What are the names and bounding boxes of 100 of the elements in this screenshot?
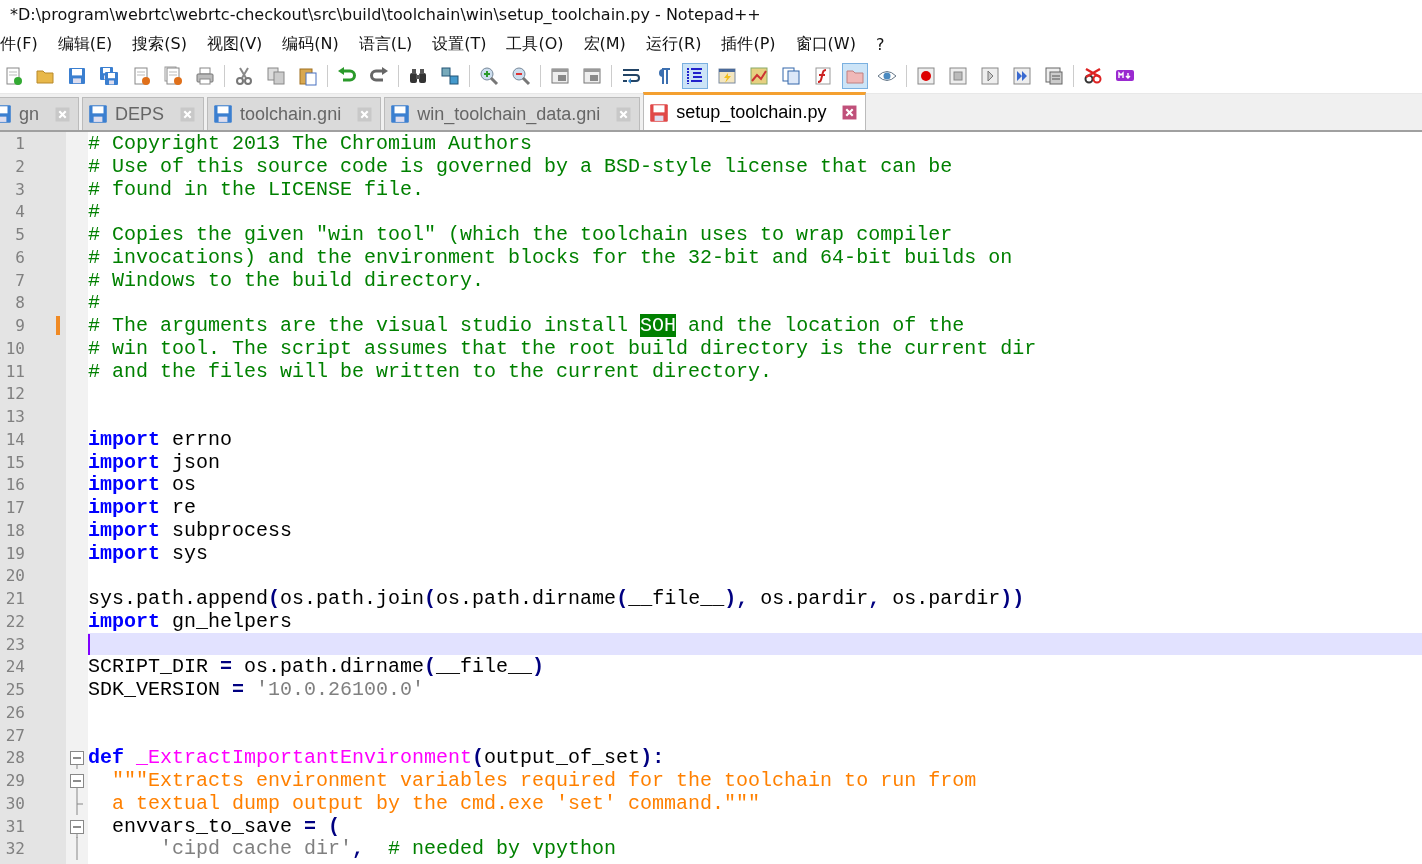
- line-number: 4: [14, 201, 25, 223]
- code-line: def _ExtractImportantEnvironment(output_of_set):: [88, 746, 666, 769]
- window-title: *D:\program\webrtc\webrtc-checkout\src\build\toolchain\win\setup_toolchain.py - Notepad++: [10, 5, 761, 24]
- line-number: 15: [4, 451, 25, 474]
- tab-label: toolchain.gni: [240, 103, 343, 125]
- floppy-disks-icon: [99, 66, 119, 86]
- code-line: # Windows to the build directory.: [88, 268, 486, 292]
- line-number: 10: [4, 337, 25, 360]
- line-number: 32: [4, 838, 25, 860]
- menu-item[interactable]: 语言(L): [348, 31, 423, 57]
- text-cursor: [88, 633, 90, 655]
- menu-item[interactable]: 视图(V): [196, 31, 273, 57]
- menu-item[interactable]: 插件(P): [711, 31, 786, 57]
- line-number: 30: [4, 792, 25, 815]
- line-number: 9: [14, 315, 25, 337]
- line-number: 24: [4, 656, 25, 678]
- line-number: 12: [4, 383, 25, 405]
- line-number: 2: [14, 155, 25, 178]
- code-line: import errno: [88, 427, 234, 451]
- menu-item[interactable]: 窗口(W): [785, 31, 866, 57]
- code-line: import gn_helpers: [88, 609, 294, 633]
- zoom-in-icon: [479, 66, 499, 86]
- fast-forward-icon: [1012, 66, 1032, 86]
- line-number: 26: [4, 701, 25, 724]
- file-tab[interactable]: gn: [0, 97, 80, 130]
- line-number: 21: [4, 588, 25, 610]
- spell-check-icon: [1083, 66, 1103, 86]
- file-tab[interactable]: toolchain.gni: [207, 97, 382, 130]
- line-number: 17: [4, 497, 25, 519]
- line-number: 13: [4, 406, 25, 428]
- lightning-window-icon: [717, 66, 737, 86]
- code-line: SDK_VERSION = '10.0.26100.0': [88, 678, 426, 701]
- close-file-icon: [131, 66, 151, 86]
- line-number: 20: [4, 565, 25, 587]
- menu-item[interactable]: 宏(M): [573, 31, 636, 57]
- menu-item[interactable]: 编辑(E): [47, 31, 123, 57]
- line-number: 11: [4, 360, 25, 383]
- menu-item[interactable]: ?: [865, 32, 895, 56]
- line-number: 19: [4, 542, 25, 565]
- code-line: # found in the LICENSE file.: [88, 177, 426, 201]
- close-files-icon: [163, 66, 183, 86]
- code-line: """Extracts environment variables required for the toolchain to run from: [111, 769, 978, 792]
- code-line: import os: [88, 473, 198, 496]
- code-line: # Copies the given "win tool" (which the toolchain uses to wrap compiler: [88, 223, 954, 246]
- close-icon[interactable]: [842, 105, 858, 120]
- code-line: # and the files will be written to the current directory.: [88, 359, 774, 383]
- file-tab[interactable]: setup_toolchain.py: [643, 92, 867, 130]
- code-line: envvars_to_save = (: [111, 814, 342, 838]
- code-line: # The arguments are the visual studio install SOH and the location of the: [88, 314, 966, 337]
- clipboard-icon: [298, 66, 318, 86]
- code-line: 'cipd cache dir', # needed by vpython: [159, 837, 618, 860]
- window-icon: [582, 66, 602, 86]
- menu-item[interactable]: 运行(R): [635, 31, 712, 57]
- documents-icon: [781, 66, 801, 86]
- line-number: 5: [14, 224, 25, 246]
- play-icon: [980, 66, 1000, 86]
- line-number: 3: [14, 178, 25, 201]
- code-line: # invocations) and the environment blocks for the 32-bit and 64-bit builds on: [88, 245, 1014, 269]
- line-number: 14: [4, 428, 25, 451]
- scissors-icon: [234, 66, 254, 86]
- menu-item[interactable]: 编码(N): [272, 31, 349, 57]
- code-line: # win tool. The script assumes that the root build directory is the current dir: [88, 336, 1038, 360]
- function-list-icon: [813, 66, 833, 86]
- line-number: 16: [4, 474, 25, 496]
- code-line: sys.path.append(os.path.join(os.path.dirname(__file__), os.pardir, os.pardir)): [88, 587, 1026, 610]
- stop-icon: [948, 66, 968, 86]
- line-number: 8: [14, 292, 25, 314]
- menu-item[interactable]: 工具(O): [496, 31, 574, 57]
- code-line: #: [88, 291, 101, 314]
- tab-label: setup_toolchain.py: [676, 102, 828, 123]
- tab-label: DEPS: [115, 103, 166, 125]
- record-icon: [916, 66, 936, 86]
- toolbar-button[interactable]: [682, 63, 708, 89]
- line-number: 1: [14, 133, 25, 155]
- code-line: # Use of this source code is governed by a BSD-style license that can be: [88, 154, 954, 178]
- word-wrap-icon: [621, 66, 641, 86]
- copy-icon: [266, 66, 286, 86]
- line-number: 6: [14, 246, 25, 269]
- menu-item[interactable]: 设置(T): [422, 31, 497, 57]
- code-line: import sys: [88, 541, 210, 565]
- menu-item[interactable]: 搜索(S): [122, 31, 197, 57]
- tab-label: gn: [19, 103, 41, 125]
- code-line: import json: [88, 450, 222, 474]
- code-line: import re: [88, 496, 198, 519]
- line-number: 25: [4, 679, 25, 701]
- line-number: 18: [4, 519, 25, 542]
- file-tab[interactable]: win_toolchain_data.gni: [384, 97, 641, 130]
- zoom-out-icon: [511, 66, 531, 86]
- code-line: a textual dump output by the cmd.exe 'set' command.""": [111, 791, 762, 815]
- line-number: 23: [4, 633, 25, 656]
- line-number: 29: [4, 770, 25, 792]
- line-number: 7: [14, 269, 25, 292]
- file-tab[interactable]: DEPS: [82, 97, 205, 130]
- menu-item[interactable]: 件(F): [0, 31, 48, 57]
- indent-guide-icon: [685, 66, 705, 86]
- new-file-icon: [3, 66, 23, 86]
- replace-icon: [440, 66, 460, 86]
- tab-label: win_toolchain_data.gni: [417, 103, 602, 125]
- code-line: import subprocess: [88, 518, 294, 542]
- window-icon: [550, 66, 570, 86]
